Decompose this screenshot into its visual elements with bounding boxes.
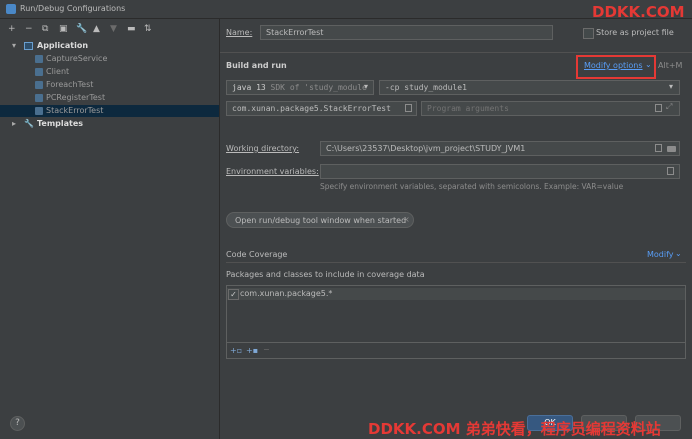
tree-item-label: PCRegisterTest [46,93,106,102]
package-checkbox[interactable]: ✓ [228,289,239,300]
wrench-icon[interactable]: 🔧 [76,24,87,34]
folder-icon[interactable] [667,146,676,152]
jre-select[interactable]: java 13 SDK of 'study_module [226,80,374,95]
watermark-bottom: DDKK.COM 弟弟快看，程序员编程资料站 [368,420,661,438]
tree-toolbar: + − ⧉ ▣ 🔧 ▲ ▼ ▬ ⇅ [8,24,168,38]
working-directory-label: Working directory: [226,144,300,153]
tree-node-application[interactable]: ▾ Application [0,40,219,52]
modify-shortcut: Alt+M [658,61,683,70]
environment-variables-label: Environment variables: [226,167,319,176]
coverage-toolbar [226,343,686,359]
title-bar: Run/Debug Configurations [0,0,692,19]
plus-icon[interactable]: + [8,24,16,34]
chevron-down-icon[interactable]: ⌄ [645,60,652,69]
chevron-down-icon[interactable]: ▾ [12,40,16,52]
chevron-down-icon[interactable]: ⌄ [675,249,682,258]
working-directory-field[interactable]: C:\Users\23537\Desktop\jvm_project\STUDY… [320,141,680,156]
expand-arrow-icon[interactable]: ⤢ [666,102,672,112]
watermark-top: DDKK.COM [592,3,685,21]
jre-value: java 13 [232,83,266,92]
run-config-icon [35,107,43,115]
run-config-icon [35,81,43,89]
tool-window-option-chip[interactable]: Open run/debug tool window when started … [226,212,414,228]
add-package-icon[interactable]: +▪ [246,346,258,355]
chevron-down-icon[interactable]: ▾ [364,82,368,91]
tree-label-application: Application [37,41,89,50]
run-config-icon [35,94,43,102]
tree-item-label: ForeachTest [46,80,94,89]
divider [226,262,686,263]
environment-variables-field[interactable] [320,164,680,179]
sort-icon[interactable]: ⇅ [144,24,152,34]
coverage-modify-link[interactable]: Modify [647,250,674,259]
tree-item-label: Client [46,67,70,76]
folder-icon[interactable]: ▬ [127,24,136,34]
copy-icon[interactable]: ⧉ [42,24,48,34]
divider [220,52,692,53]
app-logo-icon [6,4,16,14]
minus-icon[interactable]: − [25,24,33,34]
window-title: Run/Debug Configurations [20,4,126,13]
tool-window-option-label: Open run/debug tool window when started [235,216,407,225]
edit-icon[interactable] [655,144,662,152]
edit-icon[interactable] [667,167,674,175]
save-icon[interactable]: ▣ [59,24,68,34]
expand-icon[interactable] [655,104,662,112]
program-arguments-placeholder: Program arguments [427,104,509,113]
coverage-packages-label: Packages and classes to include in cover… [226,270,425,279]
tree-node-templates[interactable]: ▸ 🔧 Templates [0,118,219,130]
arrow-down-icon[interactable]: ▼ [110,24,117,34]
tree-item-client[interactable]: Client [0,66,219,78]
chevron-down-icon[interactable]: ▾ [669,82,673,91]
add-class-icon[interactable]: +▫ [230,346,242,355]
close-icon[interactable]: × [403,215,410,224]
help-icon[interactable]: ? [10,416,25,431]
build-and-run-heading: Build and run [226,61,287,70]
tree-item-label: StackErrorTest [46,106,104,115]
wrench-icon: 🔧 [24,119,34,128]
environment-variables-hint: Specify environment variables, separated… [320,182,624,191]
classpath-select[interactable]: -cp study_module1 [379,80,680,95]
modify-options-link[interactable]: Modify options [584,61,643,70]
name-label: Name: [226,28,253,37]
tree-item-pcregistertest[interactable]: PCRegisterTest [0,92,219,104]
run-config-icon [35,55,43,63]
tree-item-label: CaptureService [46,54,108,63]
run-config-icon [35,68,43,76]
code-coverage-heading: Code Coverage [226,250,288,259]
arrow-up-icon[interactable]: ▲ [93,24,100,34]
tree-item-stackerrortest[interactable]: StackErrorTest [0,105,219,117]
application-icon [24,42,33,50]
program-arguments-field[interactable]: Program arguments [421,101,680,116]
main-class-field[interactable]: com.xunan.package5.StackErrorTest [226,101,417,116]
jre-hint: SDK of 'study_module [270,83,367,92]
tree-item-foreachtest[interactable]: ForeachTest [0,79,219,91]
chevron-right-icon[interactable]: ▸ [12,118,16,130]
tree-label-templates: Templates [37,119,84,128]
store-as-project-label: Store as project file [596,28,674,37]
tree-item-captureservice[interactable]: CaptureService [0,53,219,65]
package-entry-label: com.xunan.package5.* [240,289,333,298]
remove-icon[interactable]: − [263,345,270,354]
browse-icon[interactable] [405,104,412,112]
store-as-project-checkbox[interactable] [583,28,594,39]
name-field[interactable]: StackErrorTest [260,25,553,40]
